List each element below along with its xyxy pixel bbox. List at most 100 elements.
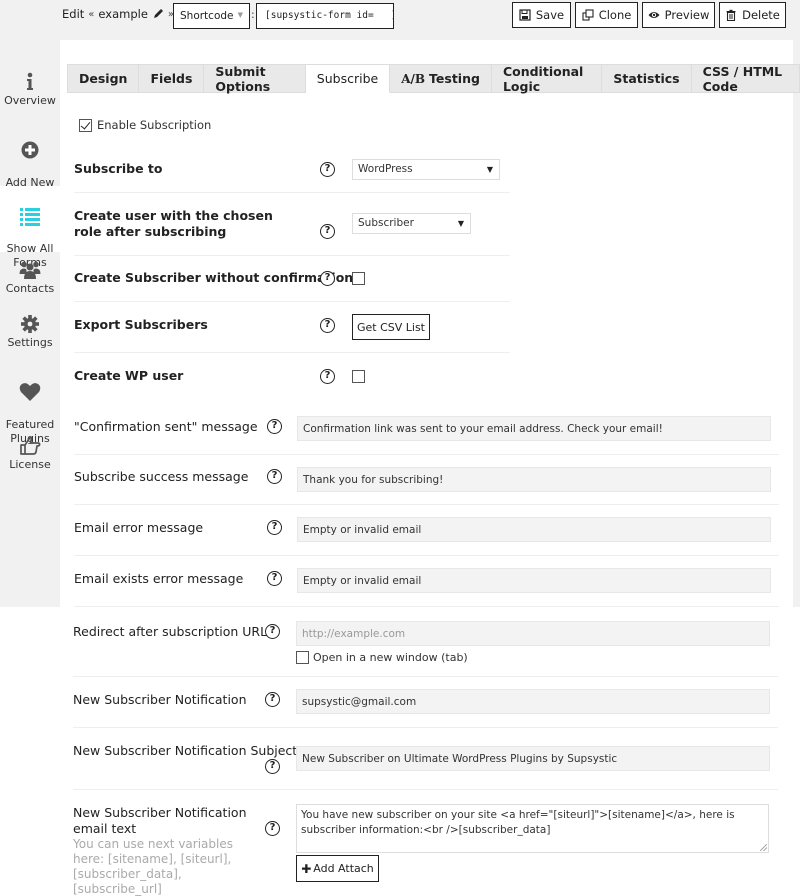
email-exists-input[interactable]: Empty or invalid email (297, 568, 771, 593)
sidebar-item-overview[interactable]: Overview (0, 72, 60, 114)
sidebar-item-contacts[interactable]: Contacts (0, 260, 60, 300)
help-icon[interactable]: ? (320, 162, 335, 177)
help-icon[interactable]: ? (265, 692, 280, 707)
tab-label: Testing (429, 71, 480, 86)
confirmation-sent-input[interactable]: Confirmation link was sent to your email… (297, 416, 771, 441)
shortcode-input[interactable]: [supsystic-form id= ] (256, 3, 394, 29)
row-divider (73, 789, 778, 790)
tab-label: Fields (150, 71, 193, 86)
tab-subscribe[interactable]: Subscribe (305, 64, 391, 93)
gear-icon (19, 314, 41, 334)
tab-ab-testing[interactable]: A/B Testing (390, 64, 492, 93)
notification-subject-label: New Subscriber Notification Subject (73, 743, 298, 758)
without-confirmation-checkbox[interactable] (352, 272, 365, 285)
plus-icon: ✚ (301, 861, 312, 876)
sidebar-item-label: License (9, 458, 51, 471)
clone-button[interactable]: Clone (575, 2, 638, 28)
help-icon[interactable]: ? (267, 419, 282, 434)
sidebar-item-show-all-forms[interactable]: Show All Forms (0, 186, 60, 269)
help-icon[interactable]: ? (265, 821, 280, 836)
preview-button[interactable]: Preview (642, 2, 715, 28)
row-divider (74, 504, 779, 505)
open-new-window-checkbox[interactable] (296, 651, 309, 664)
redirect-url-label: Redirect after subscription URL (73, 624, 268, 639)
tab-label: Statistics (613, 71, 680, 86)
subscribe-to-select[interactable]: WordPress ▼ (352, 159, 500, 180)
add-attach-label: Add Attach (313, 862, 374, 875)
help-icon[interactable]: ? (265, 759, 280, 774)
row-divider (74, 301, 510, 302)
users-icon (19, 260, 41, 280)
shortcode-type-select[interactable]: Shortcode ▼ (173, 3, 250, 29)
form-name[interactable]: example (98, 7, 148, 21)
success-message-input[interactable]: Thank you for subscribing! (297, 467, 771, 492)
success-message-label: Subscribe success message (74, 469, 249, 484)
caret-down-icon: ▼ (486, 165, 493, 174)
help-icon[interactable]: ? (265, 624, 280, 639)
user-role-select[interactable]: Subscriber ▼ (352, 213, 471, 234)
tab-bar: Design Fields Submit Options Subscribe A… (67, 63, 800, 94)
sidebar-item-label: Settings (7, 336, 53, 349)
help-icon[interactable]: ? (267, 520, 282, 535)
tab-fields[interactable]: Fields (139, 64, 205, 93)
sidebar-item-label: Overview (4, 94, 56, 107)
export-subscribers-label: Export Subscribers (74, 317, 208, 332)
help-icon[interactable]: ? (267, 571, 282, 586)
get-csv-list-button[interactable]: Get CSV List (352, 314, 430, 340)
add-attach-button[interactable]: ✚ Add Attach (296, 855, 379, 882)
help-icon[interactable]: ? (320, 224, 335, 239)
enable-subscription-checkbox[interactable] (79, 118, 92, 132)
notification-email-input[interactable]: supsystic@gmail.com (296, 689, 770, 714)
preview-label: Preview (664, 8, 710, 22)
eye-icon (648, 12, 660, 18)
plus-circle-icon (19, 140, 41, 160)
notification-text-textarea[interactable]: You have new subscriber on your site <a … (296, 804, 769, 853)
help-icon[interactable]: ? (320, 318, 335, 333)
tab-label: Conditional Logic (502, 63, 584, 94)
help-icon[interactable]: ? (267, 469, 282, 484)
tab-design[interactable]: Design (67, 64, 140, 93)
shortcode-type-value: Shortcode (180, 10, 234, 22)
ab-prefix: A/B (401, 71, 426, 86)
tab-css-html-code[interactable]: CSS / HTML Code (691, 64, 800, 94)
row-divider (74, 352, 510, 353)
enable-subscription-row: Enable Subscription (79, 118, 211, 132)
redirect-url-input[interactable]: http://example.com (296, 621, 770, 646)
tab-label: Submit Options (215, 63, 271, 94)
tab-submit-options[interactable]: Submit Options (204, 63, 306, 94)
enable-subscription-label: Enable Subscription (97, 118, 212, 132)
save-button[interactable]: Save (512, 2, 571, 28)
help-icon[interactable]: ? (320, 369, 335, 384)
top-bar: Edit « example » Shortcode ▼ : [supsysti… (0, 0, 800, 40)
sidebar-item-license[interactable]: License (0, 436, 60, 476)
tab-label: Design (79, 71, 128, 86)
caret-down-icon: ▼ (237, 11, 243, 19)
sidebar-item-label: Contacts (5, 282, 55, 295)
get-csv-list-label: Get CSV List (356, 320, 425, 334)
create-wp-user-checkbox[interactable] (352, 370, 365, 383)
user-role-value: Subscriber (358, 217, 414, 229)
hand-pointer-icon (19, 436, 41, 456)
sidebar-item-settings[interactable]: Settings (0, 314, 60, 354)
resize-handle[interactable] (760, 844, 767, 851)
delete-button[interactable]: Delete (719, 2, 786, 28)
create-user-role-label: Create user with the chosen role after s… (74, 208, 273, 239)
delete-label: Delete (742, 8, 780, 22)
notification-subject-input[interactable]: New Subscriber on Ultimate WordPress Plu… (296, 746, 770, 771)
email-error-input[interactable]: Empty or invalid email (297, 517, 771, 542)
heart-icon (19, 382, 41, 402)
tab-conditional-logic[interactable]: Conditional Logic (491, 63, 603, 94)
help-icon[interactable]: ? (320, 271, 335, 286)
tab-statistics[interactable]: Statistics (602, 64, 692, 93)
notification-text-value: You have new subscriber on your site <a … (301, 809, 735, 836)
save-icon (519, 9, 531, 21)
row-divider (74, 255, 510, 256)
trash-icon (726, 9, 736, 21)
pencil-icon[interactable] (152, 8, 164, 20)
info-icon (19, 72, 41, 92)
notification-label: New Subscriber Notification (73, 692, 247, 707)
email-exists-label: Email exists error message (74, 571, 244, 586)
sidebar-item-add-new-form[interactable]: Add New Form (0, 126, 60, 203)
sidebar-item-featured-plugins[interactable]: Featured Plugins (0, 368, 60, 445)
caret-down-icon: ▼ (457, 219, 464, 228)
